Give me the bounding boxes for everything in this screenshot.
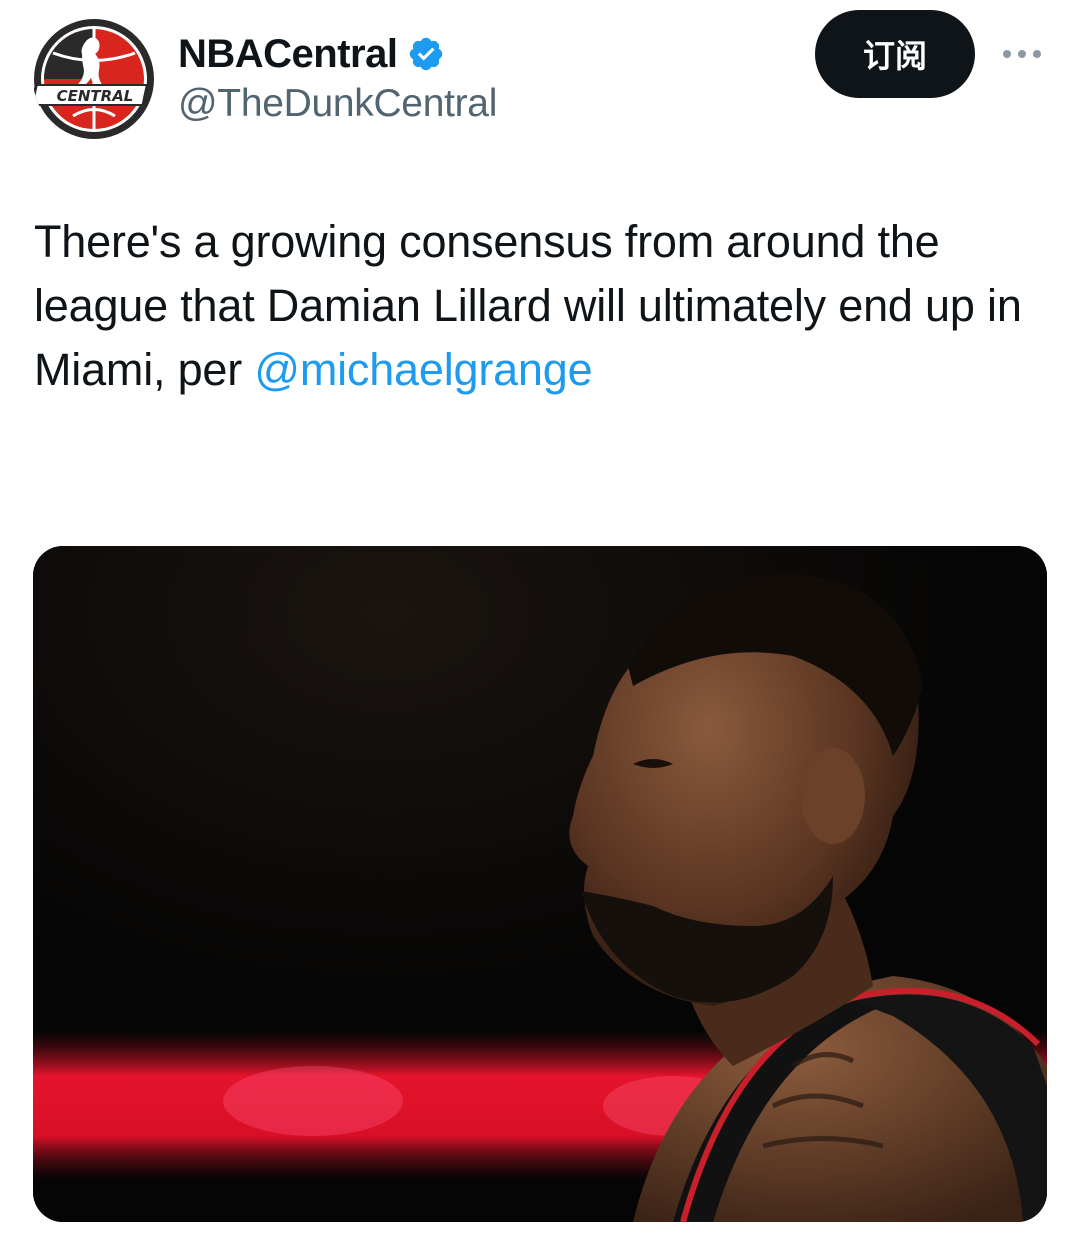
mention-link[interactable]: @michaelgrange [254,344,592,395]
verified-badge-icon [407,35,445,73]
avatar[interactable]: CENTRAL [33,18,155,140]
player-photo [33,546,1047,1222]
more-options-button[interactable] [997,32,1047,76]
subscribe-button[interactable]: 订阅 [815,10,975,98]
tweet-header: CENTRAL NBACentral @TheDunkCentral 订阅 [0,0,1080,150]
avatar-logo-text: CENTRAL [57,87,134,105]
tweet-text: There's a growing consensus from around … [34,210,1054,402]
account-info: NBACentral @TheDunkCentral [178,28,497,126]
more-horizontal-icon [1003,50,1041,58]
account-handle[interactable]: @TheDunkCentral [178,82,497,126]
display-name[interactable]: NBACentral [178,32,398,77]
tweet-media-image[interactable] [33,546,1047,1222]
display-name-row: NBACentral [178,28,497,80]
nba-central-logo-icon: CENTRAL [33,19,154,139]
